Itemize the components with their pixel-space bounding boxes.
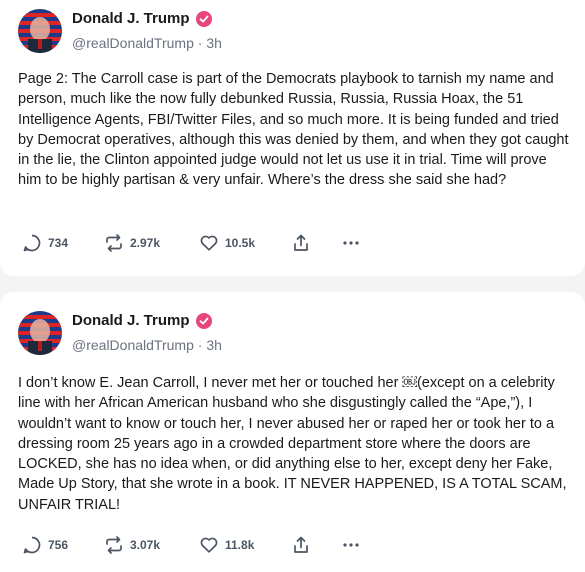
share-icon bbox=[294, 536, 308, 553]
more-options-button[interactable] bbox=[341, 535, 361, 555]
author-row: Donald J. Trump bbox=[72, 312, 212, 329]
share-button[interactable] bbox=[291, 535, 341, 555]
retruth-count: 3.07k bbox=[130, 538, 161, 552]
post-time[interactable]: 3h bbox=[206, 337, 222, 353]
retruth-button[interactable]: 3.07k bbox=[104, 535, 199, 555]
like-button[interactable]: 11.8k bbox=[199, 535, 291, 555]
like-count: 11.8k bbox=[225, 538, 255, 552]
post-actions: 756 3.07k 11.8k bbox=[22, 533, 361, 557]
handle-row: @realDonaldTrump · 3h bbox=[72, 337, 222, 353]
avatar-flag-portrait bbox=[18, 311, 62, 355]
reply-button[interactable]: 756 bbox=[22, 535, 104, 555]
reply-icon bbox=[23, 536, 41, 554]
avatar[interactable] bbox=[18, 311, 62, 355]
verified-icon bbox=[195, 312, 212, 329]
separator: · bbox=[197, 337, 203, 353]
reply-count: 756 bbox=[48, 538, 69, 552]
author-handle[interactable]: @realDonaldTrump bbox=[72, 337, 194, 353]
post-text: I don’t know E. Jean Carroll, I never me… bbox=[18, 375, 567, 513]
author-name[interactable]: Donald J. Trump bbox=[72, 312, 190, 329]
retruth-icon bbox=[106, 536, 122, 554]
more-icon bbox=[343, 543, 359, 547]
feed: Donald J. Trump @realDonaldTrump · 3h Pa… bbox=[0, 0, 585, 572]
heart-icon bbox=[200, 537, 218, 553]
